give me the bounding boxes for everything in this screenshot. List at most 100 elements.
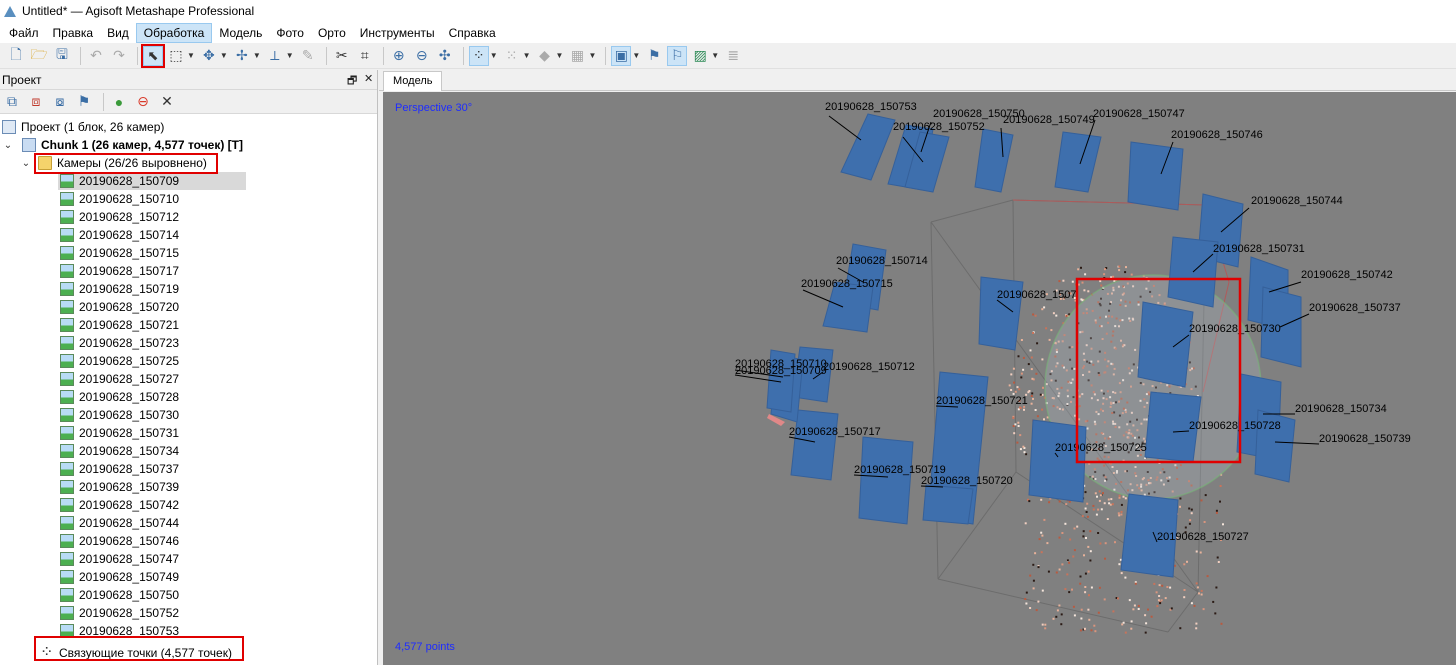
add-marker-icon[interactable]: ⚑ [74, 92, 94, 112]
camera-item[interactable]: 20190628_150717 [0, 262, 377, 280]
camera-plane[interactable] [1137, 301, 1194, 388]
camera-item[interactable]: 20190628_150709 [0, 172, 377, 190]
camera-plane[interactable] [978, 276, 1024, 351]
camera-plane[interactable] [1127, 141, 1184, 211]
zoom-in-icon[interactable]: ⊕ [389, 46, 409, 66]
camera-item[interactable]: 20190628_150734 [0, 442, 377, 460]
camera-item[interactable]: 20190628_150744 [0, 514, 377, 532]
rectangle-selection-icon[interactable]: ⬚ [166, 46, 186, 66]
camera-plane[interactable] [922, 484, 974, 525]
remove-icon[interactable]: ✕ [157, 92, 177, 112]
menu-file[interactable]: Файл [2, 24, 46, 42]
camera-item[interactable]: 20190628_150753 [0, 622, 377, 640]
cameras-folder-node[interactable]: ⌄ Камеры (26/26 выровнено) [0, 154, 377, 172]
show-markers-icon[interactable]: ⚑ [644, 46, 664, 66]
camera-item[interactable]: 20190628_150723 [0, 334, 377, 352]
enable-icon[interactable]: ● [109, 92, 129, 112]
camera-plane[interactable] [790, 409, 839, 481]
tie-point [1110, 498, 1113, 501]
tie-point [1065, 503, 1068, 506]
camera-item[interactable]: 20190628_150749 [0, 568, 377, 586]
reset-view-icon[interactable]: ✣ [435, 46, 455, 66]
show-shapes-icon[interactable]: ⚐ [667, 45, 688, 66]
tie-point [1081, 515, 1084, 518]
tab-model[interactable]: Модель [383, 71, 443, 91]
tie-point [1155, 591, 1158, 594]
tie-point [1202, 608, 1205, 611]
camera-item[interactable]: 20190628_150715 [0, 244, 377, 262]
disable-icon[interactable]: ⊖ [133, 92, 153, 112]
camera-item[interactable]: 20190628_150750 [0, 586, 377, 604]
camera-item[interactable]: 20190628_150737 [0, 460, 377, 478]
camera-plane[interactable] [1054, 131, 1102, 193]
undo-icon[interactable]: ↶ [86, 46, 106, 66]
move-object-icon[interactable]: ✢ [232, 46, 252, 66]
tie-point [1080, 608, 1083, 611]
crop-icon[interactable]: ⌗ [355, 46, 375, 66]
menu-workflow[interactable]: Обработка [135, 22, 213, 43]
add-chunk-icon[interactable]: ⧉ [2, 92, 22, 112]
menu-view[interactable]: Вид [100, 24, 136, 42]
tie-point [1013, 432, 1016, 435]
add-folder-icon[interactable]: ⧇ [50, 92, 70, 112]
navigation-icon[interactable]: ⬉ [141, 43, 165, 68]
show-cameras-icon[interactable]: ▣ [611, 45, 632, 66]
cut-icon[interactable]: ✂ [332, 46, 352, 66]
camera-item[interactable]: 20190628_150728 [0, 388, 377, 406]
camera-item[interactable]: 20190628_150710 [0, 190, 377, 208]
tie-point [1037, 600, 1040, 603]
camera-item[interactable]: 20190628_150720 [0, 298, 377, 316]
add-photos-icon[interactable]: ⧈ [26, 92, 46, 112]
show-image-icon[interactable]: ▨ [690, 46, 710, 66]
tie-point [1118, 265, 1121, 268]
camera-item[interactable]: 20190628_150721 [0, 316, 377, 334]
pen-icon[interactable]: ✎ [298, 46, 318, 66]
camera-item[interactable]: 20190628_150746 [0, 532, 377, 550]
show-points-icon[interactable]: ⁘ [468, 45, 489, 66]
camera-item[interactable]: 20190628_150725 [0, 352, 377, 370]
collapse-icon[interactable]: ⌄ [20, 158, 32, 169]
show-tiles-icon[interactable]: ▦ [567, 46, 587, 66]
menu-help[interactable]: Справка [442, 24, 503, 42]
camera-plane[interactable] [974, 128, 1014, 193]
camera-item[interactable]: 20190628_150739 [0, 478, 377, 496]
camera-plane[interactable] [858, 436, 914, 525]
camera-item[interactable]: 20190628_150747 [0, 550, 377, 568]
camera-item[interactable]: 20190628_150730 [0, 406, 377, 424]
camera-item[interactable]: 20190628_150719 [0, 280, 377, 298]
show-region-icon[interactable]: ≣ [723, 46, 743, 66]
new-icon[interactable]: 🗋 [6, 46, 26, 66]
redo-icon[interactable]: ↷ [109, 46, 129, 66]
camera-item[interactable]: 20190628_150752 [0, 604, 377, 622]
camera-item[interactable]: 20190628_150731 [0, 424, 377, 442]
camera-item[interactable]: 20190628_150712 [0, 208, 377, 226]
menu-ortho[interactable]: Орто [311, 24, 353, 42]
menu-edit[interactable]: Правка [46, 24, 101, 42]
tie-point [1010, 389, 1013, 391]
camera-item[interactable]: 20190628_150727 [0, 370, 377, 388]
open-icon[interactable]: 🗁 [29, 46, 49, 66]
model-viewport[interactable]: 20190628_150753 20190628_150750 20190628_1… [383, 92, 1456, 665]
project-node[interactable]: Проект (1 блок, 26 камер) [0, 118, 377, 136]
menu-model[interactable]: Модель [212, 24, 269, 42]
camera-plane[interactable] [840, 113, 896, 181]
chunk-node[interactable]: ⌄ Chunk 1 (26 камер, 4,577 точек) [T] [0, 136, 377, 154]
camera-item[interactable]: 20190628_150742 [0, 496, 377, 514]
zoom-out-icon[interactable]: ⊖ [412, 46, 432, 66]
menu-photo[interactable]: Фото [269, 24, 311, 42]
undock-icon[interactable]: 🗗 [347, 72, 357, 91]
close-panel-icon[interactable]: ✕ [364, 72, 373, 85]
camera-list: 20190628_150709 20190628_150710 20190628_1… [0, 172, 377, 640]
tie-point [1041, 393, 1044, 396]
show-model-icon[interactable]: ◆ [535, 46, 555, 66]
tie-points-node[interactable]: Связующие точки (4,577 точек) [0, 642, 377, 662]
move-region-icon[interactable]: ✥ [199, 46, 219, 66]
menu-tools[interactable]: Инструменты [353, 24, 442, 42]
show-dense-icon[interactable]: ⁙ [502, 46, 522, 66]
save-icon[interactable]: 🖫 [52, 46, 72, 66]
ruler-icon[interactable]: ⟂ [265, 46, 285, 66]
camera-item[interactable]: 20190628_150714 [0, 226, 377, 244]
collapse-icon[interactable]: ⌄ [2, 140, 14, 151]
tie-point [1085, 537, 1087, 539]
camera-label: 20190628_1507 [997, 289, 1077, 301]
